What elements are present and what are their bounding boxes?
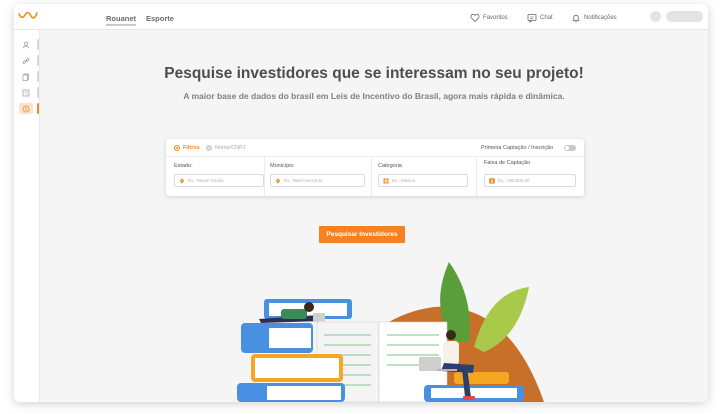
user-icon: [22, 41, 30, 48]
sidebar-item-documents[interactable]: [19, 71, 39, 82]
estado-label: Estado:: [174, 163, 193, 169]
sidebar-item-checklist[interactable]: [19, 87, 39, 98]
first-capture-label: Primeira Captação / Inscrição: [481, 145, 554, 151]
tab-rouanet[interactable]: Rouanet: [106, 14, 136, 26]
categoria-input[interactable]: [392, 178, 467, 183]
municipio-field[interactable]: [270, 174, 365, 187]
svg-text:$: $: [490, 178, 493, 183]
favorites-label: Favoritos: [483, 15, 508, 21]
location-pin-icon: [276, 178, 280, 184]
sidebar-indicator: [37, 55, 39, 66]
bell-icon: [572, 14, 580, 23]
sidebar-indicator: [37, 71, 39, 82]
sidebar-item-links[interactable]: [19, 55, 39, 66]
top-bar: Rouanet Esporte Favoritos Chat Notificaç…: [14, 4, 708, 30]
toggle-knob: [565, 146, 569, 150]
user-menu[interactable]: [666, 11, 703, 22]
tab-esporte[interactable]: Esporte: [146, 14, 174, 23]
logo: [18, 11, 38, 19]
faixa-field[interactable]: $: [484, 174, 576, 187]
estado-field[interactable]: [174, 174, 264, 187]
radio-dot: [174, 145, 180, 151]
sidebar-indicator: [37, 87, 39, 98]
notifications-label: Notificações: [584, 15, 617, 21]
radio-dot: [206, 145, 212, 151]
column-divider: [476, 157, 477, 196]
chat-icon: [527, 14, 537, 23]
chat-button[interactable]: Chat: [527, 13, 553, 23]
radio-nome-cnpj[interactable]: Nome/CNPJ: [206, 145, 246, 151]
column-divider: [264, 157, 265, 196]
faixa-label: Faixa de Captação: [484, 160, 531, 166]
sidebar: [14, 30, 40, 402]
column-divider: [371, 157, 372, 196]
search-filter-card: Filtros Nome/CNPJ Primeira Captação / In…: [166, 139, 584, 196]
coin-icon: [22, 105, 30, 112]
municipio-label: Município: [270, 163, 294, 169]
grid-icon: [383, 177, 389, 184]
faixa-input[interactable]: [498, 178, 575, 183]
sidebar-indicator: [37, 39, 39, 50]
search-investors-button[interactable]: Pesquisar Investidores: [319, 226, 405, 243]
municipio-input[interactable]: [284, 178, 364, 183]
notifications-button[interactable]: Notificações: [571, 13, 617, 23]
categoria-field[interactable]: [378, 174, 468, 187]
app-window: Rouanet Esporte Favoritos Chat Notificaç…: [14, 4, 708, 402]
avatar[interactable]: [650, 11, 661, 22]
checklist-icon: [22, 89, 30, 96]
categoria-label: Categoria: [378, 163, 402, 169]
page-title: Pesquise investidores que se interessam …: [164, 65, 584, 82]
link-icon: [22, 57, 30, 64]
sidebar-item-profile[interactable]: [19, 39, 39, 50]
sidebar-item-investors[interactable]: [19, 103, 39, 114]
books-reading-illustration: [237, 262, 544, 402]
location-pin-icon: [180, 178, 184, 184]
first-capture-toggle[interactable]: [564, 145, 576, 151]
page-subtitle: A maior base de dados do brasil em Leis …: [183, 91, 565, 101]
radio-nome-cnpj-label: Nome/CNPJ: [215, 145, 246, 151]
estado-input[interactable]: [188, 178, 263, 183]
dollar-icon: $: [489, 177, 495, 184]
radio-filtros-label: Filtros: [183, 145, 200, 151]
favorites-button[interactable]: Favoritos: [470, 13, 508, 23]
heart-icon: [470, 13, 480, 23]
card-divider: [166, 156, 584, 157]
radio-filtros[interactable]: Filtros: [174, 145, 200, 151]
document-icon: [22, 73, 29, 81]
chat-label: Chat: [540, 15, 553, 21]
sidebar-indicator: [37, 103, 39, 114]
